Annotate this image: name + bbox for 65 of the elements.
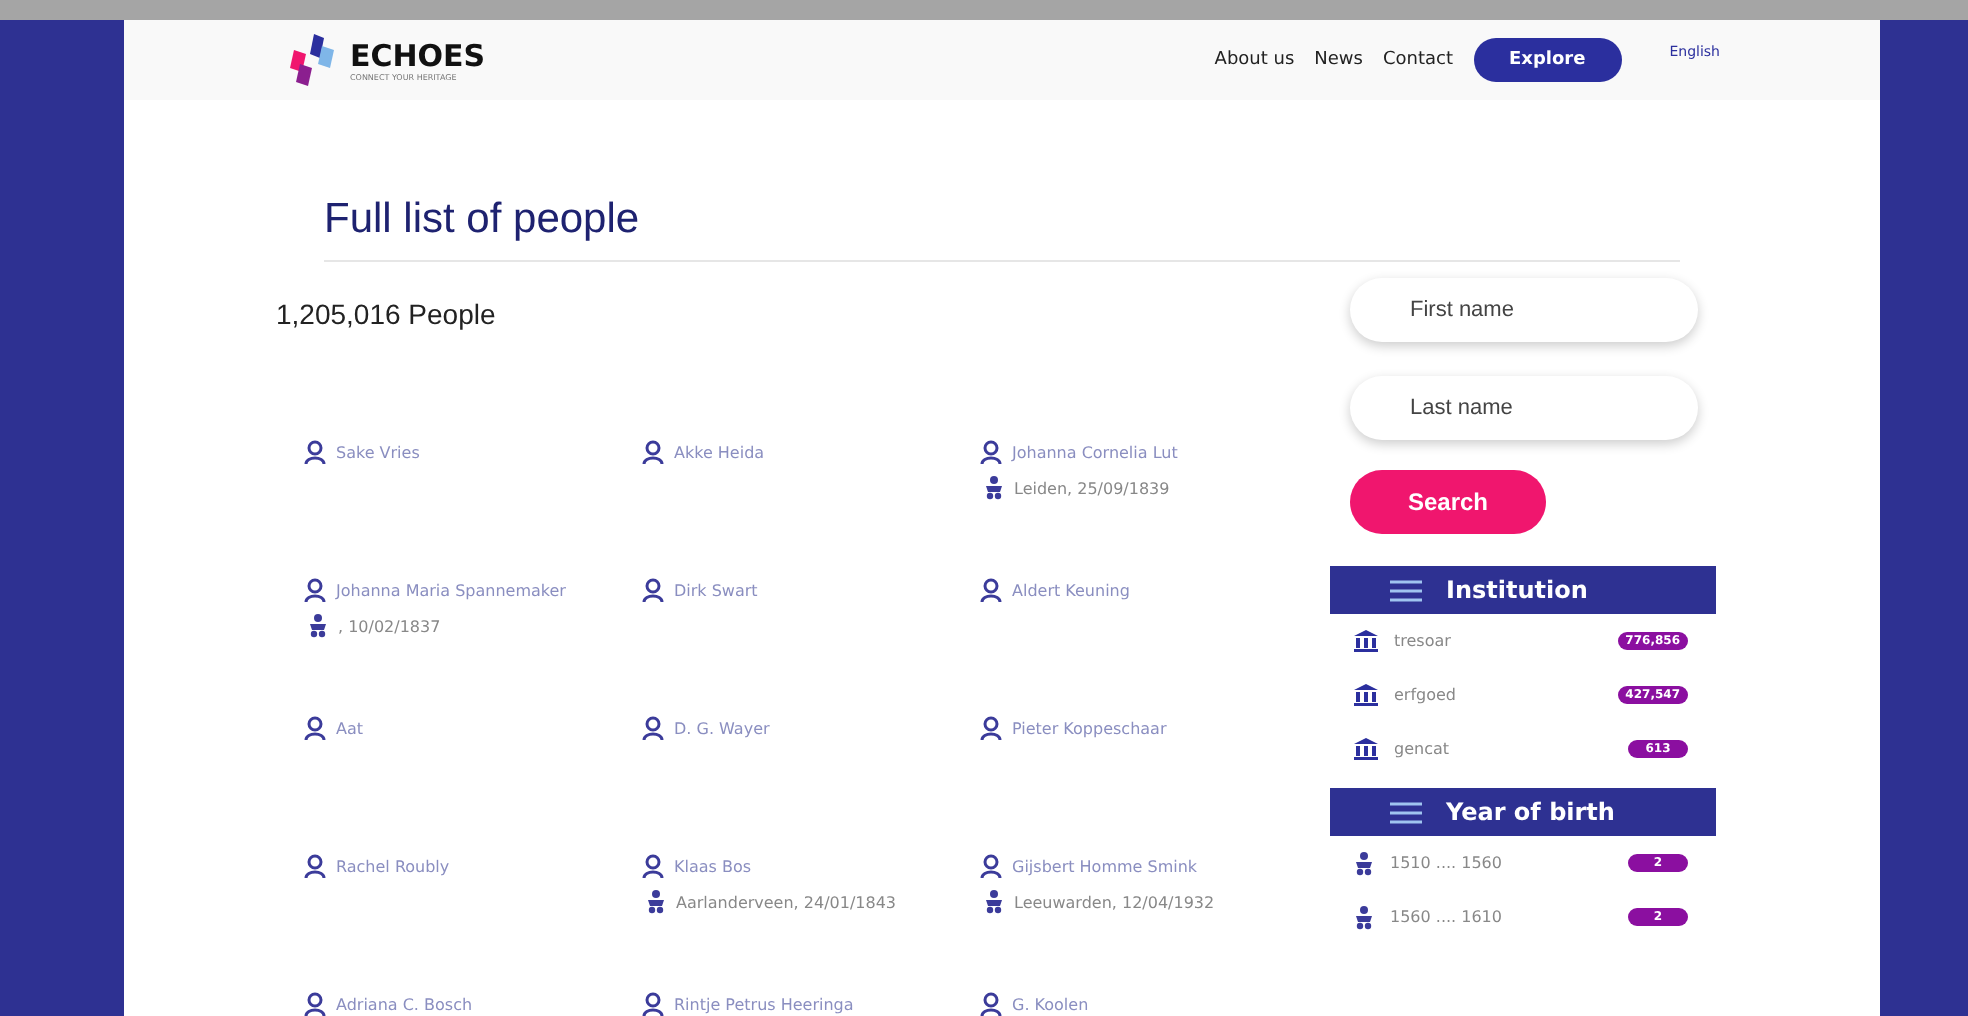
baby-icon: [1354, 905, 1374, 929]
person-link[interactable]: Adriana C. Bosch: [336, 995, 473, 1013]
person-link[interactable]: Aat: [336, 719, 364, 737]
birth-info: Leeuwarden, 12/04/1932: [1014, 893, 1215, 911]
facet-header[interactable]: Year of birth: [1330, 788, 1716, 836]
person-icon: [304, 578, 326, 602]
birth-info: Aarlanderveen, 24/01/1843: [676, 893, 896, 911]
person-link[interactable]: Rachel Roubly: [336, 857, 450, 875]
person-icon: [642, 854, 664, 878]
name-field[interactable]: Last name: [1350, 376, 1698, 440]
person-icon: [304, 716, 326, 740]
person-icon: [642, 992, 664, 1016]
facet-title: Year of birth: [1446, 798, 1615, 826]
facet-option[interactable]: 1510 .... 1560: [1390, 854, 1612, 872]
person-link[interactable]: Dirk Swart: [674, 581, 758, 599]
facet-option[interactable]: erfgoed: [1394, 686, 1602, 704]
baby-icon: [984, 890, 1004, 914]
person-link[interactable]: Johanna Cornelia Lut: [1012, 443, 1178, 461]
person-icon: [304, 440, 326, 464]
museum-icon: [1354, 684, 1378, 706]
person-link[interactable]: G. Koolen: [1012, 995, 1089, 1013]
baby-icon: [308, 614, 328, 638]
person-icon: [980, 992, 1002, 1016]
person-link[interactable]: Gijsbert Homme Smink: [1012, 857, 1198, 875]
person-link[interactable]: D. G. Wayer: [674, 719, 770, 737]
person-icon: [980, 716, 1002, 740]
person-link[interactable]: Rintje Petrus Heeringa: [674, 995, 854, 1013]
person-link[interactable]: Sake Vries: [336, 443, 420, 461]
menu-icon: [1390, 579, 1422, 601]
facet-title: Institution: [1446, 576, 1588, 604]
person-link[interactable]: Akke Heida: [674, 443, 765, 461]
person-icon: [304, 854, 326, 878]
menu-icon: [1390, 801, 1422, 823]
person-icon: [642, 716, 664, 740]
baby-icon: [984, 476, 1004, 500]
museum-icon: [1354, 630, 1378, 652]
page-title: Full list of people: [324, 196, 1680, 262]
people-count: 1,205,016 People: [276, 298, 498, 330]
facet-option[interactable]: gencat: [1394, 740, 1612, 758]
explore-button[interactable]: Explore: [1473, 38, 1622, 82]
nav-link[interactable]: About us: [1214, 50, 1295, 70]
museum-icon: [1354, 738, 1378, 760]
person-link[interactable]: Klaas Bos: [674, 857, 752, 875]
person-icon: [642, 578, 664, 602]
name-field[interactable]: First name: [1350, 278, 1698, 342]
person-icon: [304, 992, 326, 1016]
baby-icon: [1354, 851, 1374, 875]
nav-link[interactable]: Contact: [1382, 50, 1453, 70]
search-button[interactable]: Search: [1350, 470, 1546, 534]
person-icon: [980, 578, 1002, 602]
facet-option[interactable]: tresoar: [1394, 632, 1602, 650]
person-link[interactable]: Johanna Maria Spannemaker: [336, 581, 566, 599]
logo-icon: [286, 34, 338, 86]
person-link[interactable]: Pieter Koppeschaar: [1012, 719, 1167, 737]
person-icon: [980, 854, 1002, 878]
facet-header[interactable]: Institution: [1330, 566, 1716, 614]
birth-info: , 10/02/1837: [338, 617, 441, 635]
facet-option[interactable]: 1560 .... 1610: [1390, 908, 1612, 926]
person-link[interactable]: Aldert Keuning: [1012, 581, 1130, 599]
person-icon: [642, 440, 664, 464]
birth-info: Leiden, 25/09/1839: [1014, 479, 1170, 497]
baby-icon: [646, 890, 666, 914]
nav-link[interactable]: News: [1314, 50, 1363, 70]
person-icon: [980, 440, 1002, 464]
logo-name: ECHOES: [350, 39, 486, 71]
